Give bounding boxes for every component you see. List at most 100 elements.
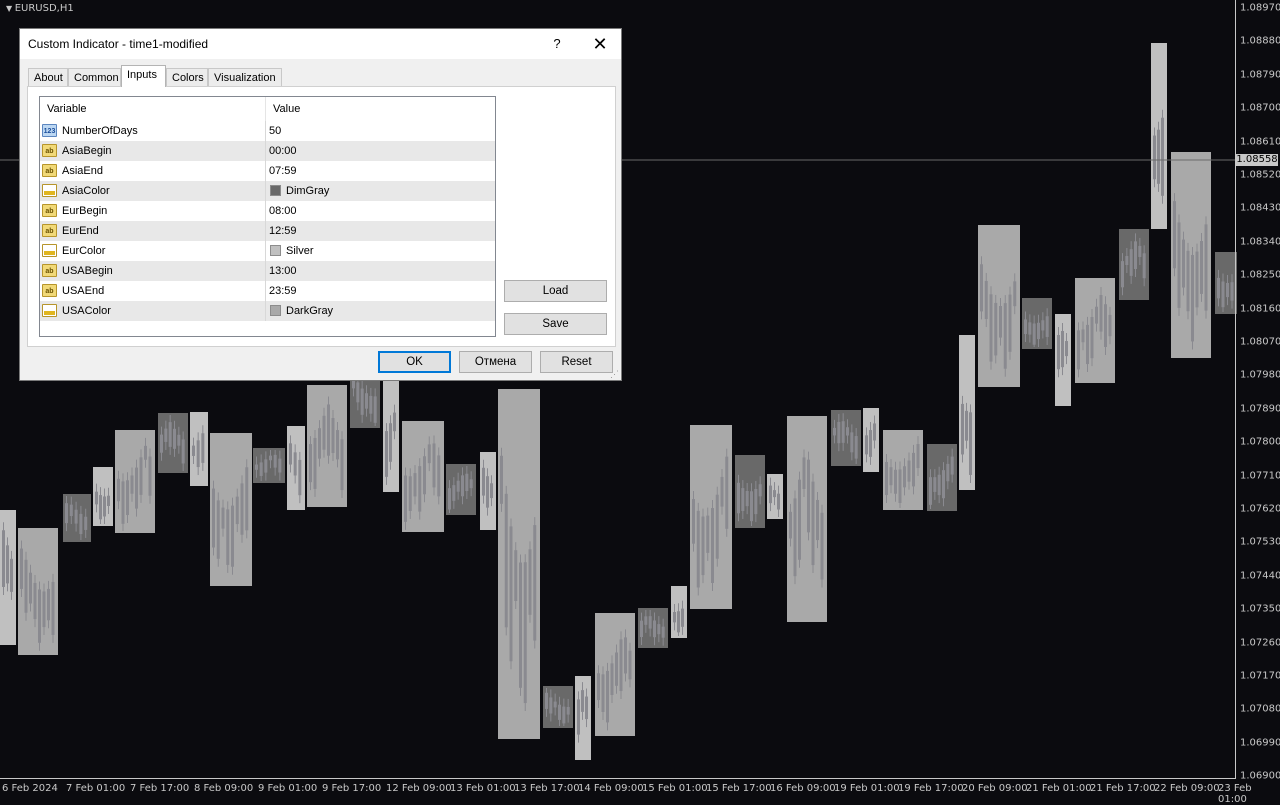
time-tick-label: 12 Feb 09:00: [386, 783, 452, 794]
candle-body: [701, 516, 705, 576]
candle-body: [577, 699, 580, 735]
color-swatch[interactable]: [270, 185, 281, 196]
input-row[interactable]: 123 NumberOfDays 50: [40, 121, 495, 141]
input-value[interactable]: DimGray: [286, 185, 329, 197]
color-swatch[interactable]: [270, 305, 281, 316]
candle-body: [373, 396, 377, 423]
candle-body: [624, 637, 627, 674]
candle-body: [240, 483, 244, 535]
input-value[interactable]: 13:00: [269, 265, 297, 277]
input-value[interactable]: 00:00: [269, 145, 297, 157]
candle-body: [486, 476, 489, 508]
candle-body: [912, 452, 915, 487]
color-type-icon: [42, 244, 57, 257]
candle-body: [961, 403, 964, 455]
price-tick-label: 1.07620: [1240, 503, 1280, 515]
tab-about[interactable]: About: [28, 68, 68, 86]
input-row[interactable]: ab AsiaBegin 00:00: [40, 141, 495, 161]
load-button[interactable]: Load: [504, 280, 607, 302]
time-tick-label: 9 Feb 01:00: [258, 783, 318, 794]
candle-body: [74, 509, 78, 524]
tab-visualization[interactable]: Visualization: [208, 68, 282, 86]
resize-grip-icon[interactable]: ⋰: [610, 369, 619, 380]
time-tick-label: 21 Feb 17:00: [1090, 783, 1156, 794]
input-row[interactable]: ab EurEnd 12:59: [40, 221, 495, 241]
candle-body: [807, 459, 810, 533]
input-value[interactable]: 07:59: [269, 165, 297, 177]
candle-body: [916, 444, 920, 469]
candle-body: [164, 428, 168, 442]
help-button[interactable]: ?: [547, 34, 567, 54]
input-row[interactable]: ab EurBegin 08:00: [40, 201, 495, 221]
input-row[interactable]: ab AsiaEnd 07:59: [40, 161, 495, 181]
time-tick-label: 7 Feb 01:00: [66, 783, 126, 794]
candle-body: [889, 467, 893, 486]
candle-body: [1108, 314, 1112, 337]
current-price-label: 1.08558: [1236, 154, 1278, 166]
candle-body: [135, 467, 138, 509]
input-value[interactable]: 23:59: [269, 285, 297, 297]
candle-body: [1125, 256, 1129, 266]
input-row[interactable]: EurColor Silver: [40, 241, 495, 261]
input-value[interactable]: DarkGray: [286, 305, 333, 317]
candle-body: [10, 558, 13, 592]
candle-body: [820, 512, 824, 580]
reset-button[interactable]: Reset: [540, 351, 613, 373]
chart-symbol-title: ▼ EURUSD,H1: [6, 3, 74, 14]
time-tick-label: 15 Feb 17:00: [706, 783, 772, 794]
candle-body: [989, 294, 993, 362]
candle-body: [885, 461, 888, 496]
candle-body: [201, 433, 205, 463]
candle-body: [610, 663, 614, 695]
tab-inputs[interactable]: Inputs: [121, 65, 166, 87]
input-row[interactable]: ab USABegin 13:00: [40, 261, 495, 281]
candle-body: [38, 589, 41, 643]
candle-body: [1129, 249, 1133, 276]
candle-body: [907, 460, 911, 482]
candle-body: [737, 482, 740, 514]
input-row[interactable]: ab USAEnd 23:59: [40, 281, 495, 301]
candle-body: [865, 435, 868, 455]
input-value[interactable]: 08:00: [269, 205, 297, 217]
input-row[interactable]: AsiaColor DimGray: [40, 181, 495, 201]
input-row[interactable]: USAColor DarkGray: [40, 301, 495, 321]
time-tick-label: 9 Feb 17:00: [322, 783, 382, 794]
candle-body: [566, 706, 570, 715]
candle-body: [389, 423, 392, 462]
input-value[interactable]: 12:59: [269, 225, 297, 237]
candle-body: [95, 491, 98, 505]
color-swatch[interactable]: [270, 245, 281, 256]
candle-body: [231, 505, 234, 567]
candle-body: [1134, 241, 1137, 270]
cancel-button[interactable]: Отмена: [459, 351, 532, 373]
save-button[interactable]: Save: [504, 313, 607, 335]
input-value[interactable]: Silver: [286, 245, 314, 257]
candle-body: [1204, 224, 1208, 311]
candle-body: [1153, 135, 1156, 180]
price-tick-label: 1.07800: [1240, 436, 1280, 448]
candle-body: [413, 473, 417, 497]
candle-body: [289, 443, 292, 465]
ok-button[interactable]: OK: [378, 351, 451, 373]
column-header-variable[interactable]: Variable: [47, 103, 87, 115]
tab-colors[interactable]: Colors: [166, 68, 208, 86]
candle-body: [99, 495, 102, 520]
candle-body: [356, 382, 360, 403]
column-header-value[interactable]: Value: [273, 103, 300, 115]
candle-body: [418, 466, 422, 512]
close-button[interactable]: ✕: [588, 34, 612, 54]
price-tick-label: 1.08700: [1240, 102, 1280, 114]
candle-body: [1008, 294, 1012, 352]
dialog-titlebar[interactable]: Custom Indicator - time1-modified ? ✕: [20, 29, 621, 59]
candle-body: [255, 464, 258, 470]
candle-body: [833, 427, 836, 436]
candle-body: [2, 530, 5, 587]
tab-common[interactable]: Common: [68, 68, 121, 86]
candle-body: [121, 481, 125, 524]
input-value[interactable]: 50: [269, 125, 281, 137]
candle-body: [235, 496, 239, 525]
price-tick-label: 1.07530: [1240, 536, 1280, 548]
candle-body: [20, 548, 23, 589]
candle-body: [933, 477, 937, 492]
candle-body: [1182, 239, 1185, 288]
